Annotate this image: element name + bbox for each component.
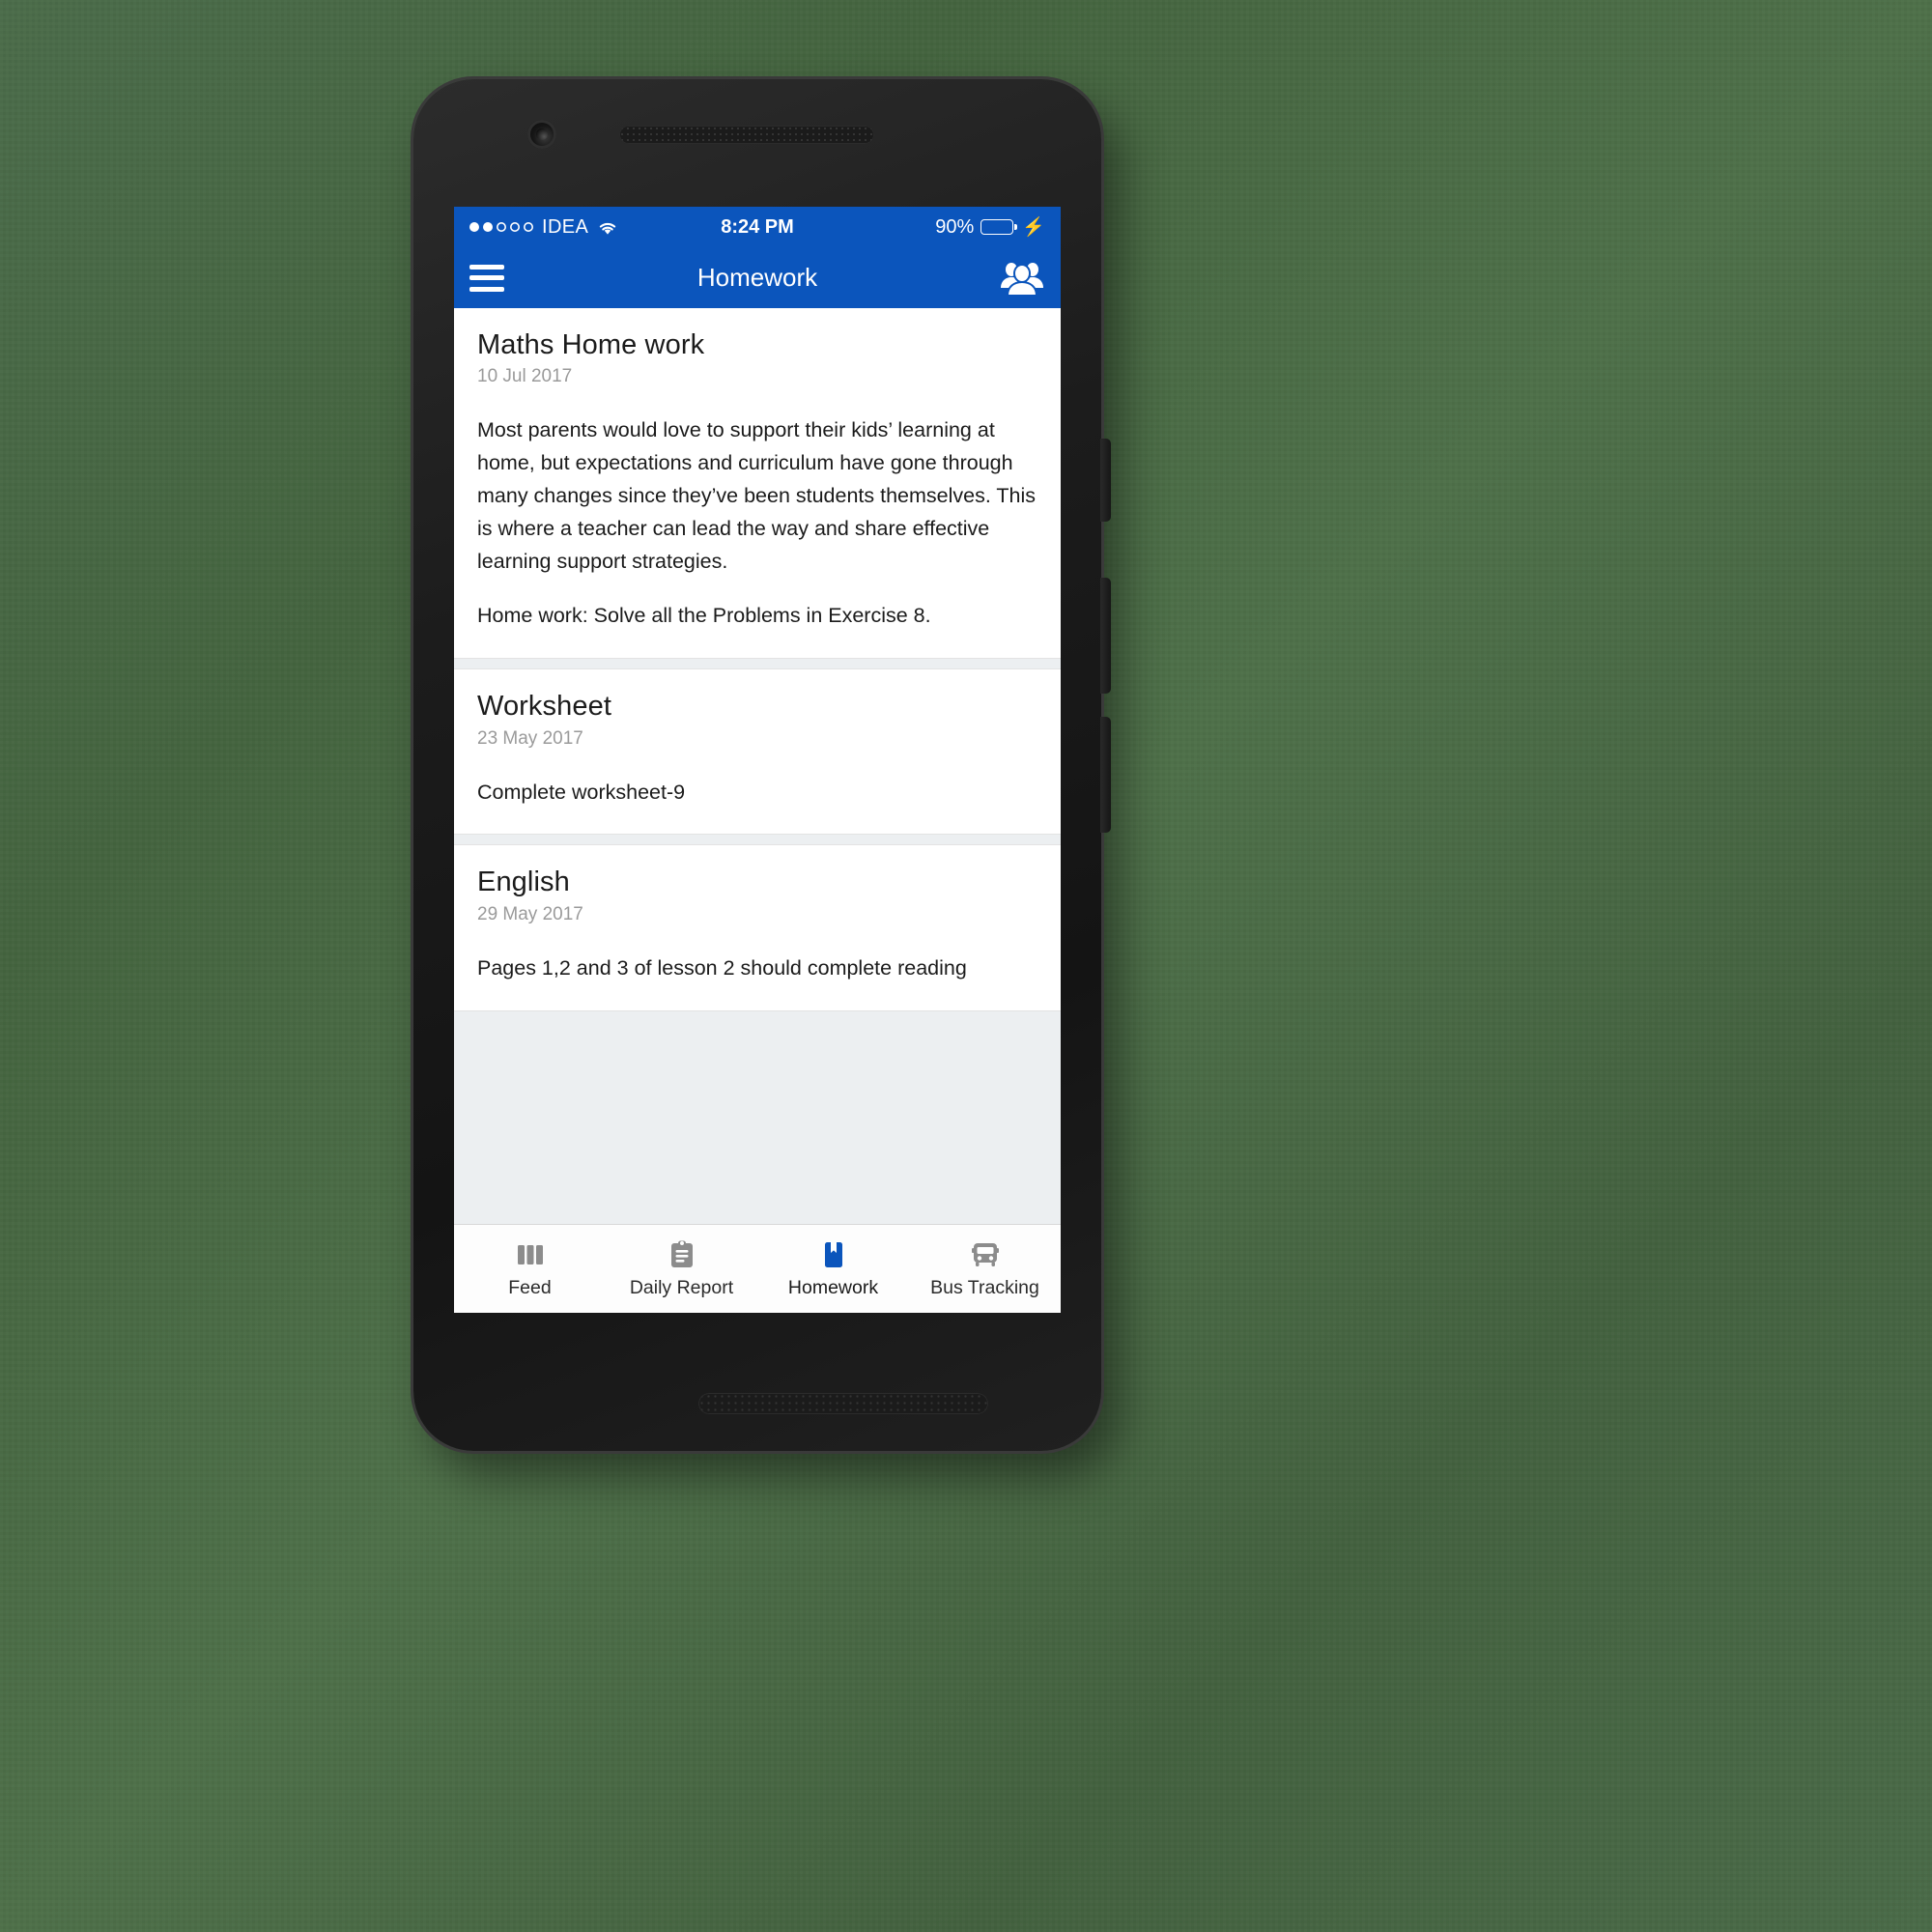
tab-homework[interactable]: Homework	[757, 1239, 909, 1299]
homework-card-date: 29 May 2017	[477, 903, 583, 924]
homework-card-title: English	[477, 867, 570, 898]
volume-up-button[interactable]	[1100, 578, 1111, 694]
tab-label-daily-report: Daily Report	[629, 1276, 734, 1298]
bus-icon	[970, 1239, 1001, 1270]
group-people-icon[interactable]	[999, 259, 1045, 298]
signal-strength-icon	[469, 222, 533, 232]
homework-card-title: Maths Home work	[477, 329, 705, 360]
phone-device-frame: IDEA 8:24 PM 90% ⚡ Homework Maths Home w…	[413, 79, 1111, 1451]
signal-dot	[469, 222, 479, 232]
bar-chart-icon	[516, 1239, 545, 1270]
power-button[interactable]	[1100, 439, 1111, 522]
tab-label-feed: Feed	[508, 1276, 552, 1298]
app-bar: Homework	[454, 247, 1061, 308]
earpiece-speaker-grille	[619, 126, 874, 144]
phone-screen: IDEA 8:24 PM 90% ⚡ Homework Maths Home w…	[454, 207, 1061, 1313]
homework-list[interactable]: Maths Home work 10 Jul 2017 Most parents w…	[454, 308, 1061, 1313]
volume-down-button[interactable]	[1100, 717, 1111, 833]
bottom-speaker-grille	[698, 1393, 988, 1414]
homework-card-paragraph: Complete worksheet-9	[477, 780, 686, 804]
hamburger-menu-icon[interactable]	[469, 264, 504, 292]
homework-card[interactable]: English 29 May 2017 Pages 1,2 and 3 of les…	[454, 844, 1061, 1011]
clipboard-icon	[669, 1239, 695, 1270]
homework-card-title: Worksheet	[477, 691, 611, 723]
homework-card-paragraph: Home work: Solve all the Problems in Exe…	[477, 604, 931, 628]
battery-icon	[980, 219, 1018, 235]
bookmark-book-icon	[822, 1239, 845, 1270]
signal-dot	[510, 222, 520, 232]
homework-card[interactable]: Maths Home work 10 Jul 2017 Most parents w…	[454, 308, 1061, 660]
bottom-tab-bar: Feed Daily Report Homework Bus Tracking	[454, 1224, 1061, 1313]
signal-dot	[497, 222, 506, 232]
battery-percent-label: 90%	[935, 215, 975, 238]
wifi-icon	[597, 219, 618, 235]
tab-bus-tracking[interactable]: Bus Tracking	[909, 1239, 1061, 1299]
homework-card-body: Pages 1,2 and 3 of lesson 2 should compl…	[477, 952, 1037, 985]
homework-card-body: Most parents would love to support their…	[477, 414, 1037, 633]
homework-card-body: Complete worksheet-9	[477, 777, 1037, 810]
status-bar-left: IDEA	[469, 216, 618, 239]
tab-label-homework: Homework	[787, 1276, 879, 1298]
page-title: Homework	[696, 263, 818, 292]
signal-dot	[483, 222, 493, 232]
tab-daily-report[interactable]: Daily Report	[606, 1239, 757, 1299]
status-bar: IDEA 8:24 PM 90% ⚡	[454, 207, 1061, 247]
front-camera-icon	[527, 120, 556, 149]
homework-card-paragraph: Pages 1,2 and 3 of lesson 2 should compl…	[477, 955, 967, 980]
homework-card-date: 23 May 2017	[477, 727, 583, 749]
tab-label-bus-tracking: Bus Tracking	[930, 1276, 1039, 1298]
tab-feed[interactable]: Feed	[454, 1239, 606, 1299]
homework-card[interactable]: Worksheet 23 May 2017 Complete worksheet-9	[454, 668, 1061, 836]
carrier-label: IDEA	[542, 215, 589, 238]
homework-card-date: 10 Jul 2017	[477, 366, 573, 387]
signal-dot	[524, 222, 533, 232]
lightning-bolt-icon: ⚡	[1022, 216, 1045, 238]
homework-card-paragraph: Most parents would love to support their…	[477, 418, 1037, 574]
status-bar-right: 90% ⚡	[935, 216, 1045, 239]
